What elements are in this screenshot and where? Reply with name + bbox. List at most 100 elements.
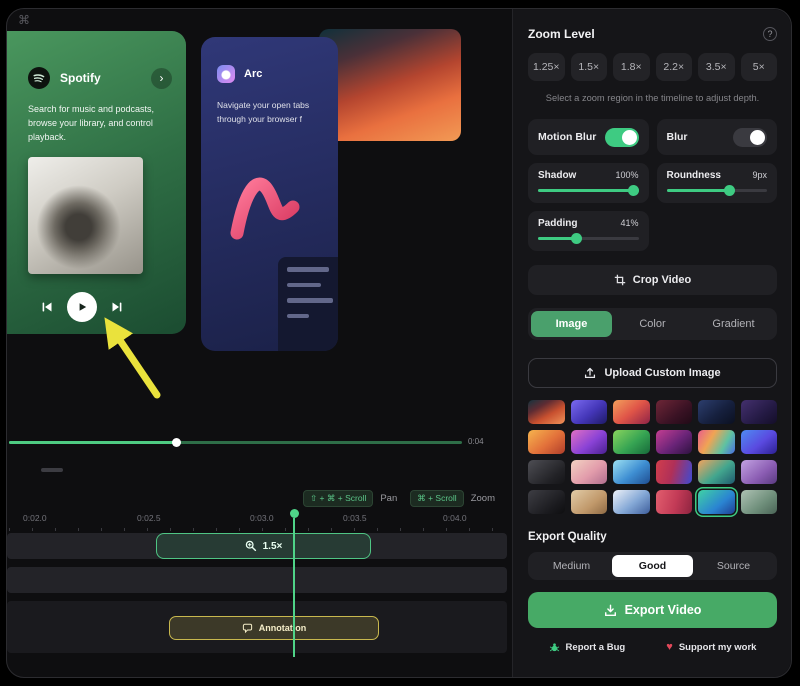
arc-card-description: Navigate your open tabs through your bro… bbox=[217, 99, 325, 126]
help-icon[interactable]: ? bbox=[763, 27, 777, 41]
wallpaper-thumb-5[interactable] bbox=[698, 400, 735, 424]
wallpaper-thumb-13[interactable] bbox=[528, 460, 565, 484]
annotation-segment[interactable]: Annotation bbox=[169, 616, 379, 640]
quality-source[interactable]: Source bbox=[693, 555, 774, 577]
report-bug-label: Report a Bug bbox=[566, 642, 626, 653]
zoom-option-1-8x[interactable]: 1.8× bbox=[613, 53, 650, 81]
skip-previous-icon bbox=[40, 300, 54, 314]
progress-fill bbox=[9, 441, 177, 444]
tab-image[interactable]: Image bbox=[531, 311, 612, 337]
roundness-value: 9px bbox=[752, 170, 767, 180]
wallpaper-thumb-12[interactable] bbox=[741, 430, 778, 454]
wallpaper-preview-image bbox=[319, 29, 461, 141]
arc-preview-card: Arc Navigate your open tabs through your… bbox=[201, 37, 338, 351]
arc-tab-list bbox=[278, 257, 338, 351]
padding-slider-knob[interactable] bbox=[571, 233, 582, 244]
spotify-card-title: Spotify bbox=[60, 71, 101, 85]
wallpaper-thumb-16[interactable] bbox=[656, 460, 693, 484]
progress-handle[interactable] bbox=[172, 438, 181, 447]
wallpaper-thumb-6[interactable] bbox=[741, 400, 778, 424]
download-icon bbox=[604, 604, 617, 617]
motion-blur-label: Motion Blur bbox=[538, 131, 596, 143]
wallpaper-grid bbox=[528, 400, 777, 514]
wallpaper-thumb-21[interactable] bbox=[613, 490, 650, 514]
export-video-button[interactable]: Export Video bbox=[528, 592, 777, 628]
wallpaper-thumb-4[interactable] bbox=[656, 400, 693, 424]
roundness-slider[interactable] bbox=[667, 189, 768, 192]
crop-video-label: Crop Video bbox=[633, 274, 691, 286]
roundness-card: Roundness 9px bbox=[657, 163, 778, 203]
zoom-hint-label: Zoom bbox=[471, 493, 495, 504]
magnifier-plus-icon bbox=[245, 540, 257, 552]
zoom-option-2-2x[interactable]: 2.2× bbox=[656, 53, 693, 81]
zoom-hint-text: Select a zoom region in the timeline to … bbox=[528, 93, 777, 103]
crop-icon bbox=[614, 274, 626, 286]
heart-icon: ♥ bbox=[666, 641, 673, 653]
video-track-2[interactable] bbox=[7, 567, 507, 593]
background-source-tabs: Image Color Gradient bbox=[528, 308, 777, 340]
pan-shortcut-badge: ⇧ + ⌘ + Scroll bbox=[303, 490, 373, 507]
playhead-line[interactable] bbox=[293, 518, 295, 657]
wallpaper-thumb-10[interactable] bbox=[656, 430, 693, 454]
timeline-resize-handle[interactable] bbox=[41, 468, 63, 472]
tab-row bbox=[287, 298, 333, 303]
arc-card-title: Arc bbox=[244, 68, 262, 80]
wallpaper-thumb-24[interactable] bbox=[741, 490, 778, 514]
timeline-hints: ⇧ + ⌘ + Scroll Pan ⌘ + Scroll Zoom bbox=[7, 490, 507, 507]
shadow-slider-knob[interactable] bbox=[628, 185, 639, 196]
wallpaper-thumb-2[interactable] bbox=[571, 400, 608, 424]
padding-slider[interactable] bbox=[538, 237, 639, 240]
wallpaper-thumb-23[interactable] bbox=[698, 490, 735, 514]
quality-good[interactable]: Good bbox=[612, 555, 693, 577]
wallpaper-thumb-3[interactable] bbox=[613, 400, 650, 424]
report-bug-link[interactable]: Report a Bug bbox=[549, 642, 626, 653]
crop-video-button[interactable]: Crop Video bbox=[528, 265, 777, 295]
playback-progress-bar[interactable] bbox=[9, 441, 462, 444]
ruler-label: 0:03.0 bbox=[250, 513, 274, 523]
playhead-handle[interactable] bbox=[290, 509, 299, 518]
padding-card: Padding 41% bbox=[528, 211, 649, 251]
support-link[interactable]: ♥ Support my work bbox=[666, 641, 756, 653]
upload-custom-image-button[interactable]: Upload Custom Image bbox=[528, 358, 777, 388]
zoom-region-segment[interactable]: 1.5× bbox=[156, 533, 371, 559]
wallpaper-thumb-22[interactable] bbox=[656, 490, 693, 514]
wallpaper-thumb-15[interactable] bbox=[613, 460, 650, 484]
zoom-option-5x[interactable]: 5× bbox=[741, 53, 778, 81]
padding-label: Padding bbox=[538, 218, 577, 229]
tab-row bbox=[287, 283, 321, 288]
wallpaper-thumb-11[interactable] bbox=[698, 430, 735, 454]
wallpaper-thumb-20[interactable] bbox=[571, 490, 608, 514]
tab-color[interactable]: Color bbox=[612, 311, 693, 337]
ruler-label: 0:04.0 bbox=[443, 513, 467, 523]
padding-value: 41% bbox=[620, 218, 638, 228]
wallpaper-thumb-7[interactable] bbox=[528, 430, 565, 454]
wallpaper-thumb-18[interactable] bbox=[741, 460, 778, 484]
wallpaper-thumb-14[interactable] bbox=[571, 460, 608, 484]
shadow-label: Shadow bbox=[538, 170, 576, 181]
zoom-option-3-5x[interactable]: 3.5× bbox=[698, 53, 735, 81]
motion-blur-toggle[interactable] bbox=[605, 128, 639, 147]
tab-gradient[interactable]: Gradient bbox=[693, 311, 774, 337]
settings-panel: Zoom Level ? 1.25× 1.5× 1.8× 2.2× 3.5× 5… bbox=[512, 9, 791, 677]
zoom-level-options: 1.25× 1.5× 1.8× 2.2× 3.5× 5× bbox=[528, 53, 777, 81]
screen-recorder-window: ⌘ Spotify › Search for music and podcast… bbox=[6, 8, 792, 678]
pan-hint-label: Pan bbox=[380, 493, 397, 504]
wallpaper-thumb-9[interactable] bbox=[613, 430, 650, 454]
zoom-option-1-25x[interactable]: 1.25× bbox=[528, 53, 565, 81]
chevron-right-icon: › bbox=[151, 68, 172, 89]
editor-left-pane: ⌘ Spotify › Search for music and podcast… bbox=[7, 9, 512, 677]
wallpaper-thumb-8[interactable] bbox=[571, 430, 608, 454]
wallpaper-thumb-19[interactable] bbox=[528, 490, 565, 514]
wallpaper-thumb-17[interactable] bbox=[698, 460, 735, 484]
blur-toggle[interactable] bbox=[733, 128, 767, 147]
export-video-label: Export Video bbox=[625, 603, 702, 617]
zoom-option-1-5x[interactable]: 1.5× bbox=[571, 53, 608, 81]
tab-row bbox=[287, 267, 329, 272]
annotation-arrow[interactable] bbox=[93, 307, 171, 401]
shadow-slider[interactable] bbox=[538, 189, 639, 192]
wallpaper-thumb-1[interactable] bbox=[528, 400, 565, 424]
quality-medium[interactable]: Medium bbox=[531, 555, 612, 577]
roundness-slider-knob[interactable] bbox=[724, 185, 735, 196]
export-quality-segmented: Medium Good Source bbox=[528, 552, 777, 580]
speech-bubble-icon bbox=[242, 623, 253, 634]
